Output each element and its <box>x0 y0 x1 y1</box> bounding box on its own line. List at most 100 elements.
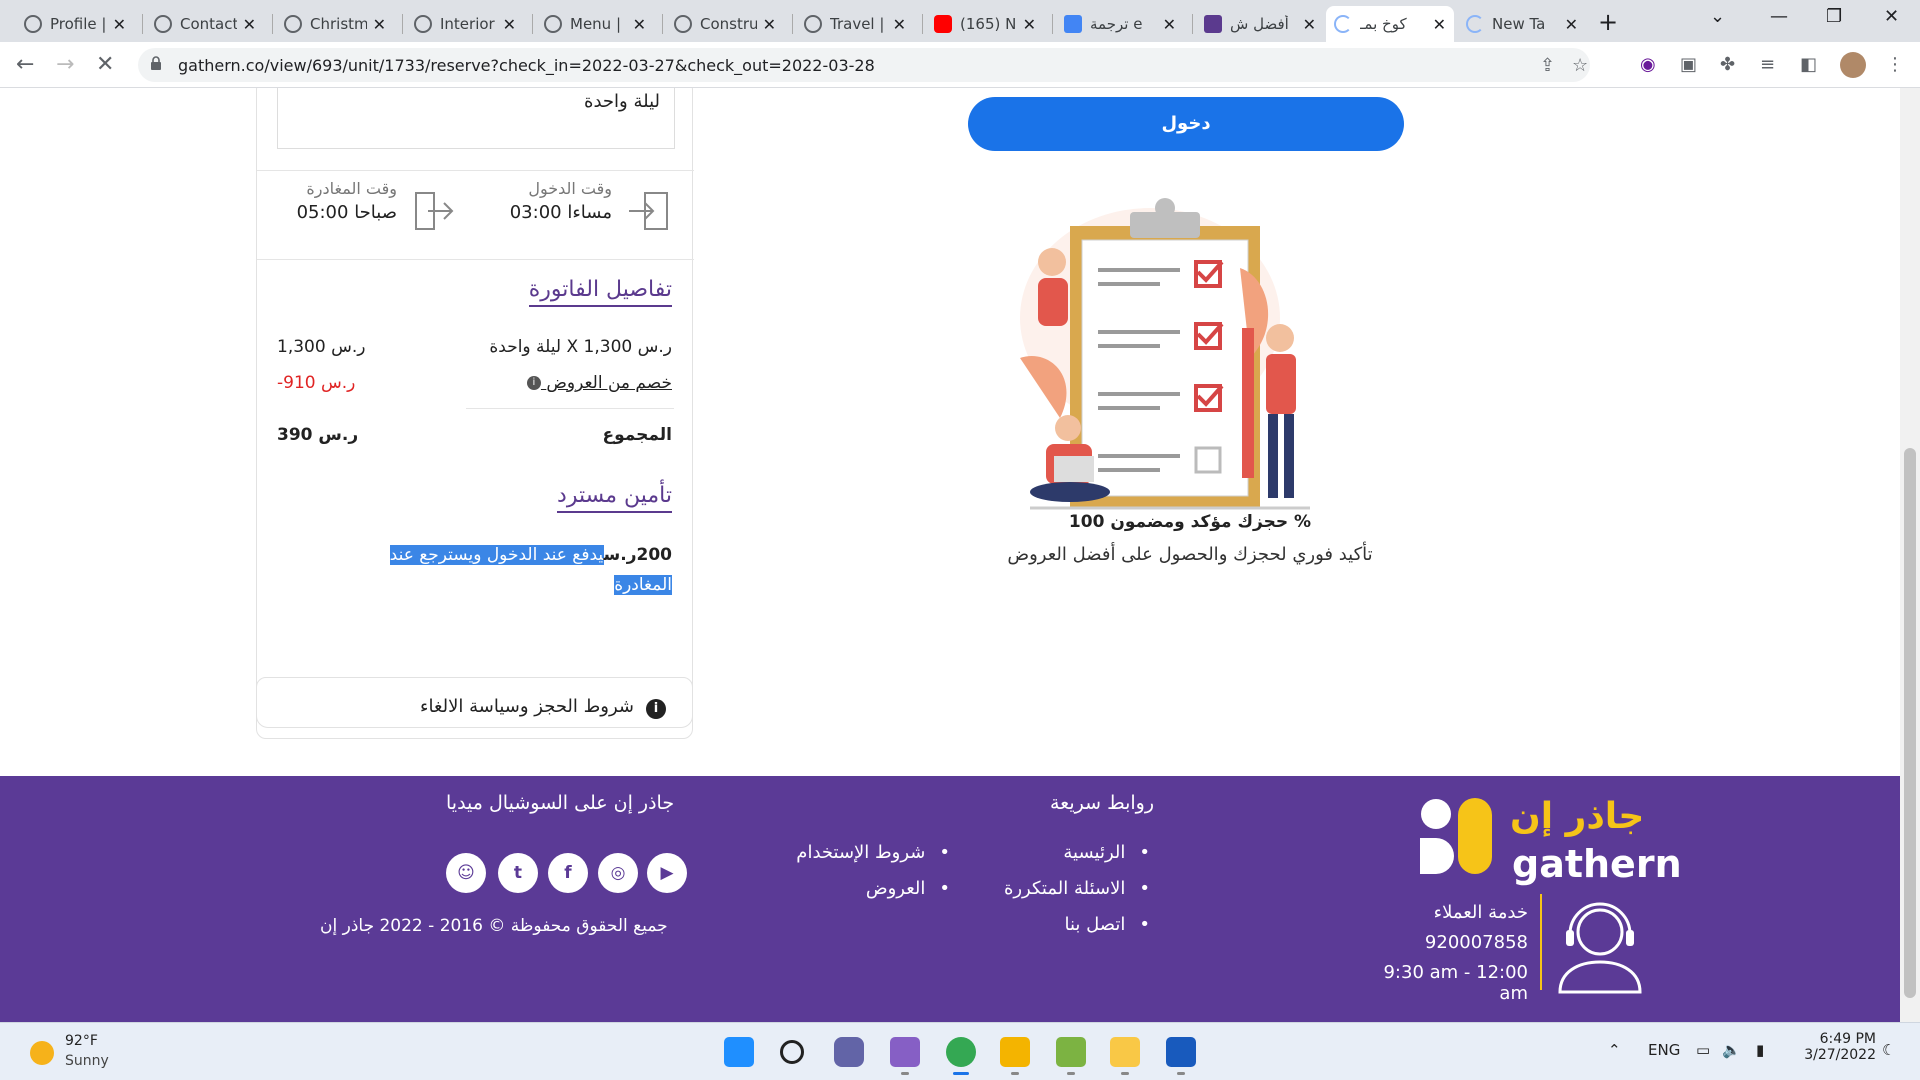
start-icon[interactable] <box>724 1037 754 1067</box>
globe-icon <box>154 15 172 33</box>
browser-tab[interactable]: New Ta ✕ <box>1458 6 1586 42</box>
browser-tab[interactable]: Profile | ✕ <box>16 6 134 42</box>
tab-strip: Profile | ✕ Contact ✕ Christm ✕ Interior ✕ M… <box>0 0 1920 42</box>
guarantee-title: حجزك مؤكد ومضمون 100 % <box>1068 512 1312 532</box>
close-tab-icon[interactable]: ✕ <box>1565 15 1578 34</box>
chrome-icon[interactable] <box>946 1037 976 1067</box>
close-tab-icon[interactable]: ✕ <box>373 15 386 34</box>
cancellation-policy-button[interactable]: شروط الحجز وسياسة الالغاء i <box>256 677 693 739</box>
close-tab-icon[interactable]: ✕ <box>763 15 776 34</box>
twitter-icon[interactable]: t <box>498 853 538 893</box>
bookmark-star-icon[interactable]: ☆ <box>1572 55 1588 76</box>
address-bar[interactable]: gathern.co/view/693/unit/1733/reserve?ch… <box>138 48 1590 82</box>
stop-loading-button[interactable]: ✕ <box>96 52 114 77</box>
search-icon[interactable] <box>780 1040 804 1064</box>
browser-tab[interactable]: Travel | ✕ <box>796 6 914 42</box>
media-icon[interactable]: ≡ <box>1760 54 1775 75</box>
footer-link-terms[interactable]: شروط الإستخدام <box>770 842 950 863</box>
scrollbar-thumb[interactable] <box>1904 448 1916 998</box>
profile-avatar[interactable] <box>1840 52 1866 78</box>
browser-tab[interactable]: Contact ✕ <box>146 6 264 42</box>
more-links-list: شروط الإستخدام العروض <box>770 842 950 914</box>
instagram-icon[interactable]: ◎ <box>598 853 638 893</box>
browser-tab[interactable]: (165) N ✕ <box>926 6 1044 42</box>
browser-tab[interactable]: ترجمة e ✕ <box>1056 6 1184 42</box>
browser-tab[interactable]: Interior ✕ <box>406 6 524 42</box>
snapchat-icon[interactable]: ☺ <box>446 853 486 893</box>
close-tab-icon[interactable]: ✕ <box>243 15 256 34</box>
footer-link-home[interactable]: الرئيسية <box>1000 842 1150 863</box>
facebook-icon[interactable]: f <box>548 853 588 893</box>
discount-row[interactable]: i خصم من العروض <box>526 373 672 393</box>
guarantee-subtitle: تأكيد فوري لحجزك والحصول على أفضل العروض <box>1007 544 1373 565</box>
nightly-rate-label: ليلة واحدة X 1,300 ر.س <box>489 337 672 357</box>
back-button[interactable]: ← <box>16 52 34 77</box>
close-tab-icon[interactable]: ✕ <box>503 15 516 34</box>
checkin-time: وقت الدخول 03:00 مساءا <box>509 179 612 223</box>
site-footer: جاذر إن gathern خدمة العملاء 920007858 9… <box>0 776 1900 1022</box>
page-scrollbar[interactable] <box>1900 88 1920 1022</box>
chevron-up-icon[interactable]: ⌃ <box>1608 1041 1621 1059</box>
gathern-icon <box>1204 15 1222 33</box>
close-tab-icon[interactable]: ✕ <box>633 15 646 34</box>
forward-button[interactable]: → <box>56 52 74 77</box>
weather-temp[interactable]: 92°F <box>65 1033 98 1049</box>
customer-service-hours: 9:30 am - 12:00 am <box>1383 962 1528 1004</box>
word-icon[interactable] <box>1166 1037 1196 1067</box>
browser-tab[interactable]: Constru ✕ <box>666 6 784 42</box>
footer-link-faq[interactable]: الاسئلة المتكررة <box>1000 878 1150 899</box>
customer-service-phone[interactable]: 920007858 <box>1360 932 1528 953</box>
browser-tab[interactable]: أفضل ش ✕ <box>1196 6 1324 42</box>
battery-icon[interactable]: ▮ <box>1756 1041 1764 1059</box>
maximize-button[interactable]: ❐ <box>1826 6 1842 27</box>
close-tab-icon[interactable]: ✕ <box>1163 15 1176 34</box>
close-tab-icon[interactable]: ✕ <box>113 15 126 34</box>
browser-tab[interactable]: Menu | ✕ <box>536 6 654 42</box>
close-tab-icon[interactable]: ✕ <box>1433 15 1446 34</box>
deposit-title: تأمين مسترد <box>557 483 672 513</box>
visual-studio-icon[interactable] <box>890 1037 920 1067</box>
close-tab-icon[interactable]: ✕ <box>893 15 906 34</box>
sidebar-icon[interactable]: ◧ <box>1800 54 1817 75</box>
gathern-logo-mark <box>1420 798 1492 874</box>
browser-tab-active[interactable]: كوخ بمـ ✕ <box>1326 6 1454 42</box>
globe-icon <box>804 15 822 33</box>
quick-links-list: الرئيسية الاسئلة المتكررة اتصل بنا <box>1000 842 1150 950</box>
globe-icon <box>674 15 692 33</box>
deposit-line: 200ر.سيدفع عند الدخول ويسترجع عند <box>389 545 672 565</box>
youtube-icon[interactable]: ▶ <box>647 853 687 893</box>
quick-links-title: روابط سريعة <box>1050 792 1155 814</box>
close-tab-icon[interactable]: ✕ <box>1023 15 1036 34</box>
weather-condition[interactable]: Sunny <box>65 1053 109 1069</box>
menu-icon[interactable]: ⋮ <box>1886 54 1904 75</box>
login-button[interactable]: دخول <box>968 97 1404 151</box>
headset-icon <box>1558 902 1642 994</box>
notifications-icon[interactable]: ☾ <box>1882 1041 1895 1059</box>
page-content: ليلة واحدة وقت الدخول 03:00 مساءا وقت ال… <box>0 88 1900 1022</box>
tab-search-icon[interactable]: ⌄ <box>1710 6 1725 27</box>
customer-service-label: خدمة العملاء <box>1433 902 1528 923</box>
footer-link-contact[interactable]: اتصل بنا <box>1000 914 1150 935</box>
network-icon[interactable]: ▭ <box>1696 1041 1710 1059</box>
paint-icon[interactable] <box>1056 1037 1086 1067</box>
booking-summary-card: ليلة واحدة وقت الدخول 03:00 مساءا وقت ال… <box>256 88 694 728</box>
browser-tab[interactable]: Christm ✕ <box>276 6 394 42</box>
footer-link-offers[interactable]: العروض <box>770 878 950 899</box>
copyright: جميع الحقوق محفوظة © 2016 - 2022 جاذر إن <box>320 916 668 936</box>
close-window-button[interactable]: ✕ <box>1884 6 1899 27</box>
file-explorer-icon[interactable] <box>1110 1037 1140 1067</box>
app-icon[interactable] <box>1000 1037 1030 1067</box>
picture-in-picture-icon[interactable]: ▣ <box>1680 54 1697 75</box>
language-indicator[interactable]: ENG <box>1648 1041 1680 1059</box>
minimize-button[interactable]: — <box>1770 6 1788 27</box>
teams-icon[interactable] <box>834 1037 864 1067</box>
sun-icon[interactable] <box>30 1041 54 1065</box>
extension-icon[interactable]: ◉ <box>1640 54 1656 75</box>
share-icon[interactable]: ⇪ <box>1540 55 1555 76</box>
new-tab-button[interactable]: + <box>1598 8 1618 36</box>
system-clock[interactable]: 6:49 PM 3/27/2022 <box>1786 1031 1876 1063</box>
close-tab-icon[interactable]: ✕ <box>1303 15 1316 34</box>
volume-icon[interactable]: 🔈 <box>1722 1041 1741 1059</box>
puzzle-icon[interactable]: ✤ <box>1720 54 1735 75</box>
globe-icon <box>284 15 302 33</box>
